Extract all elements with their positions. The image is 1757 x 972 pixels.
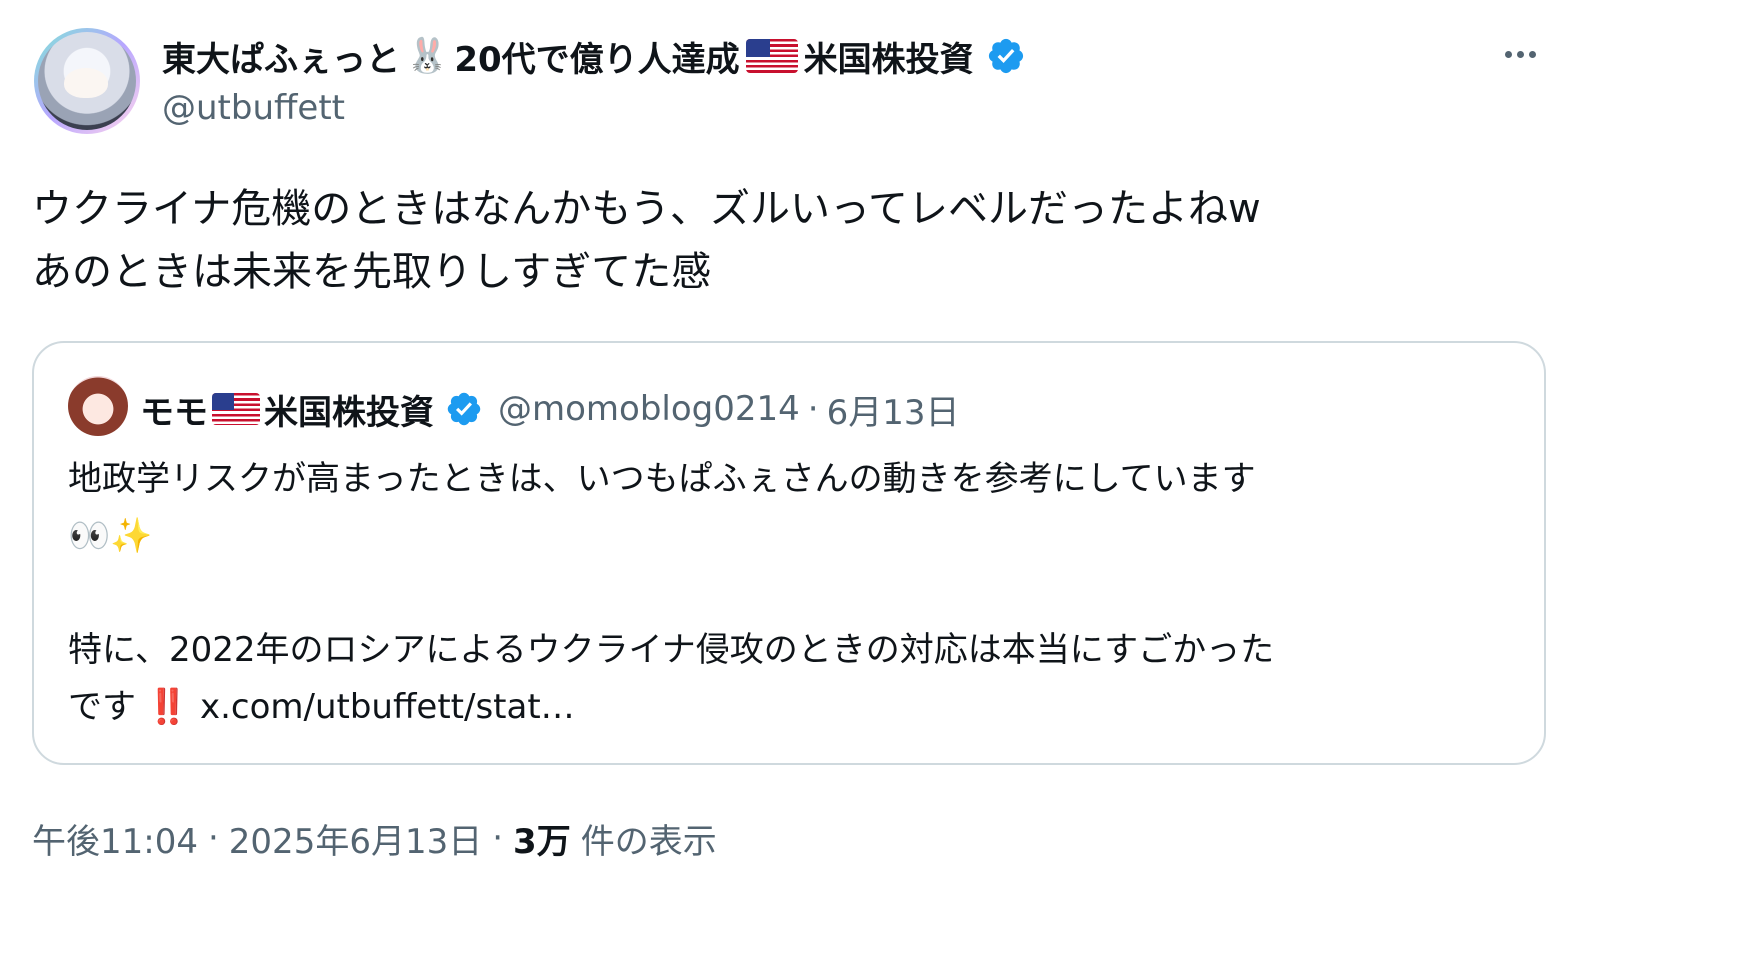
more-dot [1504, 50, 1512, 58]
author-name[interactable]: 東大ぱふぇっと 🐰 20代で億り人達成 米国株投資 [162, 30, 1026, 82]
more-icon[interactable] [1495, 34, 1545, 74]
quoted-text-fragment: です [68, 687, 136, 727]
tweet-text-line: あのときは未来を先取りしすぎてた感 [32, 249, 712, 295]
verified-badge-icon [444, 389, 484, 429]
views-count[interactable]: 3万 [513, 814, 571, 863]
footer-separator: · [492, 818, 504, 858]
tweet-text-line: ウクライナ危機のときはなんかもう、ズルいってレベルだったよねw [32, 186, 1261, 232]
quoted-author-name-part1: モモ [140, 392, 208, 433]
us-flag-icon [745, 39, 798, 73]
tweet-time[interactable]: 午後11:04 [32, 814, 198, 863]
quoted-tweet-text: 地政学リスクが高まったときは、いつもぱふぇさんの動きを参考にしています 👀✨ 特… [68, 451, 1508, 736]
eyes-icon: 👀 [68, 516, 111, 556]
author-name-part1: 東大ぱふぇっと [162, 39, 400, 80]
footer-separator: · [207, 818, 219, 858]
tweet-date[interactable]: 2025年6月13日 [229, 814, 482, 863]
tweet-footer: 午後11:04 · 2025年6月13日 · 3万 件の表示 [32, 814, 717, 862]
author-name-part3: 米国株投資 [803, 39, 974, 80]
tweet-text: ウクライナ危機のときはなんかもう、ズルいってレベルだったよねw あのときは未来を… [32, 178, 1512, 304]
quoted-tweet[interactable]: モモ 米国株投資 @momoblog0214 · 6月13日 地政学リスクが高ま… [32, 341, 1546, 765]
verified-badge-icon[interactable] [986, 36, 1026, 76]
quoted-separator: · [807, 389, 819, 429]
sparkles-icon: ✨ [110, 516, 153, 556]
quoted-author-avatar[interactable] [68, 376, 128, 436]
quoted-date: 6月13日 [826, 392, 960, 433]
author-handle[interactable]: @utbuffett [162, 88, 345, 128]
more-dot [1528, 50, 1536, 58]
quoted-text-line: 特に、2022年のロシアによるウクライナ侵攻のときの対応は本当にすごかった [68, 630, 1275, 670]
quoted-text-line-emoji: 👀✨ [68, 508, 1508, 565]
quoted-author-name-part2: 米国株投資 [264, 392, 434, 433]
author-avatar[interactable] [34, 28, 140, 134]
rabbit-icon: 🐰 [406, 36, 449, 76]
more-dot [1516, 50, 1524, 58]
double-exclamation-icon: ‼️ [146, 687, 190, 727]
tweet: 東大ぱふぇっと 🐰 20代で億り人達成 米国株投資 @utbuffett ウクラ… [0, 0, 1757, 972]
author-name-part2: 20代で億り人達成 [454, 39, 740, 80]
quoted-tweet-header: モモ 米国株投資 @momoblog0214 · 6月13日 [140, 385, 960, 433]
quoted-link[interactable]: x.com/utbuffett/stat… [200, 687, 575, 727]
quoted-text-blank-line [68, 565, 1508, 622]
quoted-text-line-last: です ‼️ x.com/utbuffett/stat… [68, 679, 1508, 736]
quoted-author-handle: @momoblog0214 [498, 389, 800, 429]
author-avatar-image [38, 32, 136, 130]
us-flag-icon [212, 393, 260, 425]
views-label: 件の表示 [580, 821, 717, 862]
quoted-text-line: 地政学リスクが高まったときは、いつもぱふぇさんの動きを参考にしています [68, 459, 1256, 499]
